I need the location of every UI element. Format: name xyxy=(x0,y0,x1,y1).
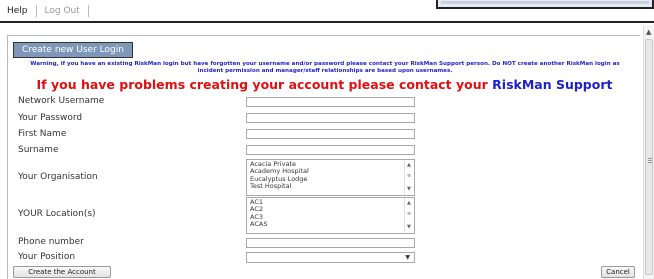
surname-label: Surname xyxy=(18,145,59,155)
top-menu: Help Log Out xyxy=(7,5,97,17)
top-bar: Help Log Out xyxy=(0,0,654,23)
listbox-scrollbar[interactable]: ▲ ≡ ▼ xyxy=(404,160,414,195)
scroll-grip-icon: ≡ xyxy=(407,211,412,217)
warning-message: Warning, if you have an existing RiskMan… xyxy=(30,61,620,74)
down-arrow-icon[interactable]: ▼ xyxy=(407,186,411,192)
phone-input[interactable] xyxy=(246,238,415,248)
up-arrow-icon[interactable]: ▲ xyxy=(407,200,411,206)
menu-divider xyxy=(35,5,37,17)
organisation-label: Your Organisation xyxy=(18,172,98,182)
position-select[interactable]: ▼ xyxy=(246,252,415,263)
registration-panel: Create new User Login Warning, if you ha… xyxy=(7,35,640,279)
password-input[interactable] xyxy=(246,113,415,123)
organisation-option[interactable]: Test Hospital xyxy=(250,182,309,190)
scrollbar-thumb[interactable] xyxy=(645,39,653,275)
up-arrow-icon[interactable]: ▲ xyxy=(646,28,651,36)
down-arrow-icon[interactable]: ▼ xyxy=(407,224,411,230)
network-username-input[interactable] xyxy=(246,97,415,107)
help-link[interactable]: Help xyxy=(7,6,28,16)
locations-label: YOUR Location(s) xyxy=(18,209,96,219)
scroll-grip-icon: ≡ xyxy=(407,173,412,179)
network-username-label: Network Username xyxy=(18,96,105,106)
chevron-down-icon[interactable]: ▼ xyxy=(405,254,410,261)
surname-input[interactable] xyxy=(246,145,415,155)
create-user-login-tab[interactable]: Create new User Login xyxy=(13,42,133,58)
problems-text: If you have problems creating your accou… xyxy=(36,77,493,92)
header-panel xyxy=(436,0,654,9)
up-arrow-icon[interactable]: ▲ xyxy=(407,162,411,168)
locations-listbox[interactable]: AC1 AC2 AC3 ACAS ▲ ≡ ▼ xyxy=(246,197,415,234)
first-name-input[interactable] xyxy=(246,129,415,139)
organisation-listbox[interactable]: Acacia Private Academy Hospital Eucalypt… xyxy=(246,159,415,196)
first-name-label: First Name xyxy=(18,129,67,139)
page-scrollbar[interactable]: ▲ xyxy=(643,25,654,279)
create-account-button[interactable]: Create the Account xyxy=(13,266,111,278)
cancel-button[interactable]: Cancel xyxy=(601,266,635,278)
position-label: Your Position xyxy=(18,252,76,262)
listbox-scrollbar[interactable]: ▲ ≡ ▼ xyxy=(404,198,414,233)
phone-label: Phone number xyxy=(18,237,84,247)
password-label: Your Password xyxy=(18,113,83,123)
logout-link[interactable]: Log Out xyxy=(45,6,80,16)
menu-divider xyxy=(87,5,89,17)
location-option[interactable]: ACAS xyxy=(250,220,267,228)
